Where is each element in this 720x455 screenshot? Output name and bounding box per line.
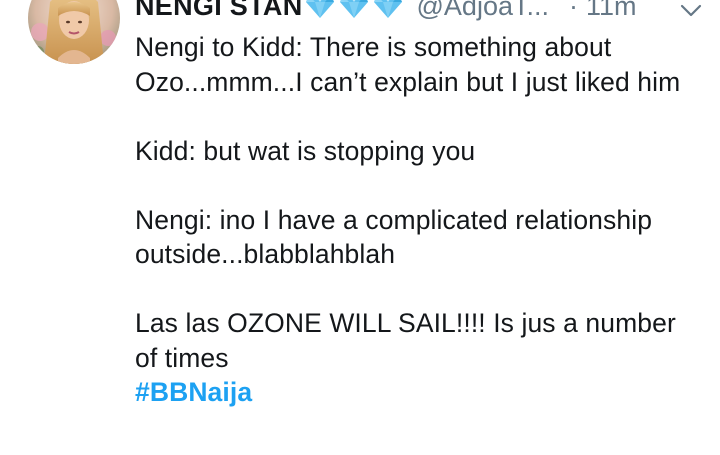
separator-dot: · — [568, 0, 578, 21]
gem-icon — [373, 0, 403, 19]
tweet-paragraph: Kidd: but wat is stopping you — [135, 135, 476, 166]
tweet-text: Nengi to Kidd: There is something about … — [135, 30, 700, 410]
display-name[interactable]: NENGI STAN — [135, 0, 303, 23]
name-emoji-group — [305, 0, 407, 19]
tweet-header: NENGI STAN @AdjoaT... · 11m — [135, 0, 704, 23]
avatar-image — [28, 0, 120, 64]
user-handle[interactable]: @AdjoaT... — [417, 0, 549, 23]
tweet-paragraph: Las las OZONE WILL SAIL!!!! Is jus a num… — [135, 308, 676, 373]
avatar[interactable] — [28, 0, 120, 64]
tweet-paragraph: Nengi: ino I have a complicated relation… — [135, 204, 653, 270]
tweet-time[interactable]: 11m — [586, 0, 637, 23]
gem-icon — [339, 0, 369, 19]
tweet[interactable]: NENGI STAN @AdjoaT... · 11m Nengi to Kid… — [0, 0, 720, 455]
tweet-paragraph: Nengi to Kidd: There is something about … — [135, 32, 681, 97]
gem-icon — [305, 0, 335, 19]
chevron-down-icon[interactable] — [680, 4, 702, 18]
hashtag-link[interactable]: #BBNaija — [135, 375, 700, 410]
